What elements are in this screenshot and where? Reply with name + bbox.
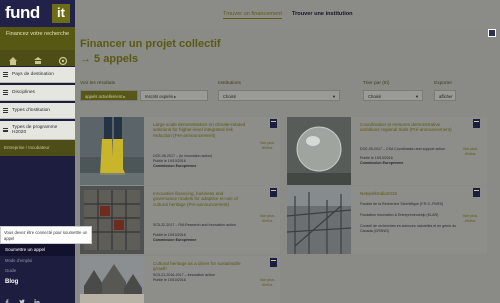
show-expired-calls-button[interactable]: Inscrits expirés ▸ <box>140 90 208 101</box>
menu-bars-icon <box>3 90 8 95</box>
sort-label: Trier par (tri) <box>363 81 390 86</box>
see-more-link[interactable]: Voir plus d'infos <box>459 214 481 223</box>
submit-call-link[interactable]: Soumettre un appel <box>0 244 75 256</box>
call-program: SC5-22-2017 – RIA Research and Innovatio… <box>153 223 236 227</box>
chevron-down-icon: ▼ <box>415 94 419 99</box>
sidebar-item-label: Types de programme H2020 <box>12 125 58 135</box>
nav-find-institution[interactable]: Trouver une institution <box>292 11 353 17</box>
show-results-label: Voir les résultats <box>80 81 116 86</box>
sidebar-entreprise-link[interactable]: Entreprise / Incubateur <box>0 140 75 156</box>
call-funder: Commission Européenne <box>360 161 404 165</box>
sidebar-item-institution-types[interactable]: Types d'institution <box>0 103 75 119</box>
logo-word: fund <box>5 3 40 22</box>
call-program: SC5-21-2016-2017 – Innovation action <box>153 273 215 277</box>
guide-link[interactable]: Guide <box>0 266 75 276</box>
login-required-tooltip: Vous devez être connecté pour soumettre … <box>0 226 92 244</box>
twitter-icon[interactable] <box>19 292 25 303</box>
call-funder: Conseil de recherches en sciences nature… <box>360 224 457 233</box>
rss-icon[interactable] <box>488 29 496 37</box>
industrial-structure-photo <box>286 186 352 254</box>
sidebar-icon-row <box>0 50 75 66</box>
home-icon[interactable] <box>8 53 18 65</box>
call-program: Fondée de la Recherche Scientifique (F.R… <box>360 202 444 206</box>
bookmark-icon[interactable] <box>473 188 480 197</box>
bookmark-icon[interactable] <box>270 119 277 128</box>
call-funder: Commission Européenne <box>153 238 197 242</box>
institutions-select[interactable]: Choisir ▼ <box>218 90 340 101</box>
call-date: Publié le 19/10/2016 <box>153 278 186 282</box>
results-count: → 5 appels <box>80 53 139 65</box>
call-date: Publié le 19/10/2016 <box>153 233 186 237</box>
bookmark-icon[interactable] <box>270 188 277 197</box>
boots-flood-photo <box>80 117 144 185</box>
call-funder: Commission Européenne <box>153 164 197 168</box>
export-button[interactable]: afficher <box>434 90 456 101</box>
menu-bars-icon <box>3 72 8 77</box>
sidebar-item-label: Disciplines <box>12 90 35 95</box>
call-card[interactable]: Cultural heritage as a driver for sustai… <box>80 256 280 303</box>
page-title: Financer un projet collectif <box>80 38 221 50</box>
see-more-link[interactable]: Voir plus d'infos <box>256 278 278 287</box>
call-card[interactable]: Innovative financing, business and gover… <box>80 186 280 254</box>
call-title[interactable]: Coordination et mesures demonstrative am… <box>360 122 455 133</box>
user-guide-link[interactable]: Mode d'emploi <box>0 256 75 266</box>
call-title[interactable]: NetworkIndia2015 <box>360 191 455 196</box>
call-card[interactable]: Large scale demonstrators on climate-rel… <box>80 117 280 185</box>
institutions-label: Institutions <box>218 81 241 86</box>
sidebar-tagline: Financez votre recherche <box>0 27 75 50</box>
social-links <box>4 292 40 303</box>
menu-bars-icon <box>3 127 8 133</box>
trulli-houses-photo <box>80 256 144 303</box>
crystal-ball-photo <box>287 117 351 185</box>
sidebar-item-disciplines[interactable]: Disciplines <box>0 85 75 101</box>
fundit-logo[interactable]: fund it <box>0 0 75 27</box>
sort-select[interactable]: Choisir ▼ <box>363 90 423 101</box>
call-date: Publié le 19/10/2016 <box>360 156 393 160</box>
call-card[interactable]: NetworkIndia2015 Fondée de la Recherche … <box>286 186 487 254</box>
call-funder: Fondation Innovation & Entrepreneurship … <box>360 213 439 217</box>
call-title[interactable]: Innovative financing, business and gover… <box>153 191 248 207</box>
menu-bars-icon <box>3 108 8 113</box>
export-label: Exporter <box>434 81 453 86</box>
network-icon[interactable] <box>58 53 68 66</box>
nav-find-funding[interactable]: Trouver un financement <box>223 11 282 19</box>
call-program: DCE-08-2017 – (In innovation action) <box>153 154 213 158</box>
show-active-calls-button[interactable]: appels actuellement ▸ <box>80 90 138 101</box>
facebook-icon[interactable] <box>4 292 10 303</box>
see-more-link[interactable]: Voir plus d'infos <box>256 214 278 223</box>
sidebar-item-h2020-types[interactable]: Types de programme H2020 <box>0 121 75 140</box>
sort-select-value: Choisir <box>368 94 382 99</box>
sidebar-item-label: Pays de destination <box>12 72 54 77</box>
bookmark-icon[interactable] <box>270 258 277 267</box>
bookmark-icon[interactable] <box>473 119 480 128</box>
university-icon[interactable] <box>33 53 43 64</box>
call-program: DCE-09-2017 – CSA Coordination and suppo… <box>360 147 446 151</box>
chevron-down-icon: ▼ <box>332 94 336 99</box>
see-more-link[interactable]: Voir plus d'infos <box>459 147 481 156</box>
blog-link[interactable]: Blog <box>0 279 75 289</box>
sidebar-item-label: Types d'institution <box>12 108 50 113</box>
institutions-select-value: Choisir <box>223 94 237 99</box>
logo-suffix: it <box>52 4 70 23</box>
see-more-link[interactable]: Voir plus d'infos <box>256 141 278 150</box>
call-title[interactable]: Cultural heritage as a driver for sustai… <box>153 261 248 272</box>
call-date: Publié le 19/10/2016 <box>153 159 186 163</box>
linkedin-icon[interactable] <box>34 292 40 303</box>
top-nav-bar: Trouver un financement Trouver une insti… <box>75 0 500 28</box>
call-title[interactable]: Large scale demonstrators on climate-rel… <box>153 122 248 138</box>
sidebar-spacer <box>0 156 75 226</box>
sidebar-item-destination-country[interactable]: Pays de destination <box>0 67 75 83</box>
call-card[interactable]: Coordination et mesures demonstrative am… <box>287 117 487 185</box>
